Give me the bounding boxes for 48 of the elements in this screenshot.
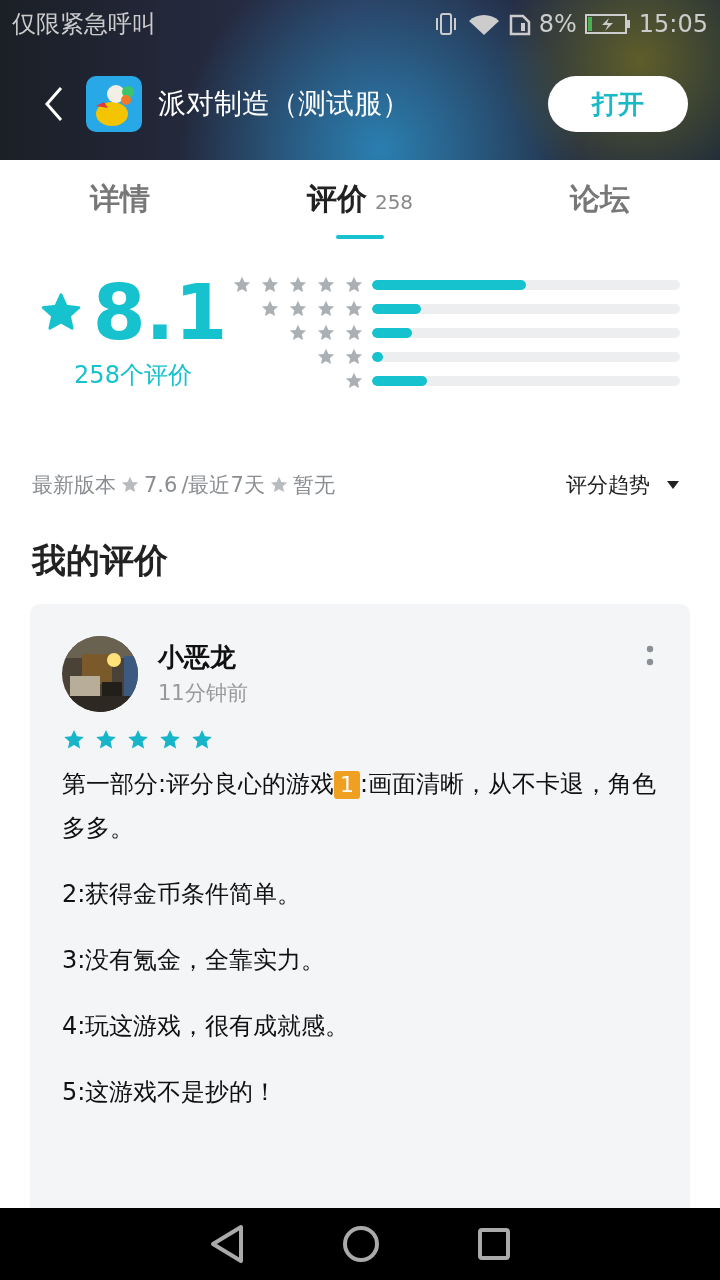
review-paragraph: 2:获得金币条件简单。	[62, 879, 303, 910]
app-icon	[86, 76, 142, 132]
star-icon	[344, 275, 364, 295]
star-icon	[288, 323, 308, 343]
clock: 15:05	[638, 10, 708, 38]
star-icon	[344, 323, 364, 343]
section-heading: 我的评价	[30, 539, 169, 582]
star-icon	[316, 299, 336, 319]
trend-dropdown[interactable]: 评分趋势	[566, 471, 680, 499]
star-icon	[288, 299, 308, 319]
star-icon	[316, 323, 336, 343]
star-icon	[120, 475, 140, 495]
tab[interactable]: 论坛	[480, 160, 720, 245]
star-icon	[316, 347, 336, 367]
star-icon	[344, 299, 364, 319]
battery-icon	[584, 12, 631, 36]
star-icon	[268, 475, 289, 495]
back-icon[interactable]	[208, 1224, 245, 1264]
recent-score: 暂无	[292, 472, 335, 499]
open-button[interactable]: 打开	[548, 76, 688, 132]
tab[interactable]: 评价 258	[240, 160, 480, 245]
home-icon[interactable]	[342, 1225, 380, 1263]
star-icon	[316, 275, 336, 295]
recent-label: /最近7天	[181, 472, 265, 499]
version-score: 7.6	[144, 473, 178, 497]
app-title: 派对制造（测试服）	[158, 86, 411, 122]
caret-icon	[666, 480, 680, 490]
star-icon	[232, 275, 252, 295]
tab[interactable]: 详情	[0, 160, 240, 245]
review-paragraph: 3:没有氪金，全靠实力。	[62, 945, 327, 976]
version-label: 最新版本	[32, 472, 116, 499]
star-icon	[344, 371, 364, 391]
review-paragraph: 5:这游戏不是抄的！	[62, 1077, 279, 1108]
star-icon	[260, 299, 280, 319]
review-paragraph: 4:玩这游戏，很有成就感。	[62, 1011, 351, 1042]
battery-percent: 8%	[538, 10, 577, 38]
review-count: 258个评价	[74, 360, 192, 391]
star-icon	[288, 275, 308, 295]
sim-icon	[508, 12, 531, 36]
review-time: 11分钟前	[158, 680, 249, 707]
review-paragraph: 第一部分:评分良心的游戏 1 :画面清晰，从不卡退，角色多多。	[62, 769, 658, 844]
score: 8.1	[92, 275, 228, 351]
status-text: 仅限紧急呼叫	[12, 9, 156, 40]
star-icon	[260, 275, 280, 295]
back-button[interactable]	[44, 86, 64, 122]
recents-icon[interactable]	[477, 1227, 512, 1261]
user-name: 小恶龙	[158, 641, 237, 674]
star-icon	[344, 347, 364, 367]
